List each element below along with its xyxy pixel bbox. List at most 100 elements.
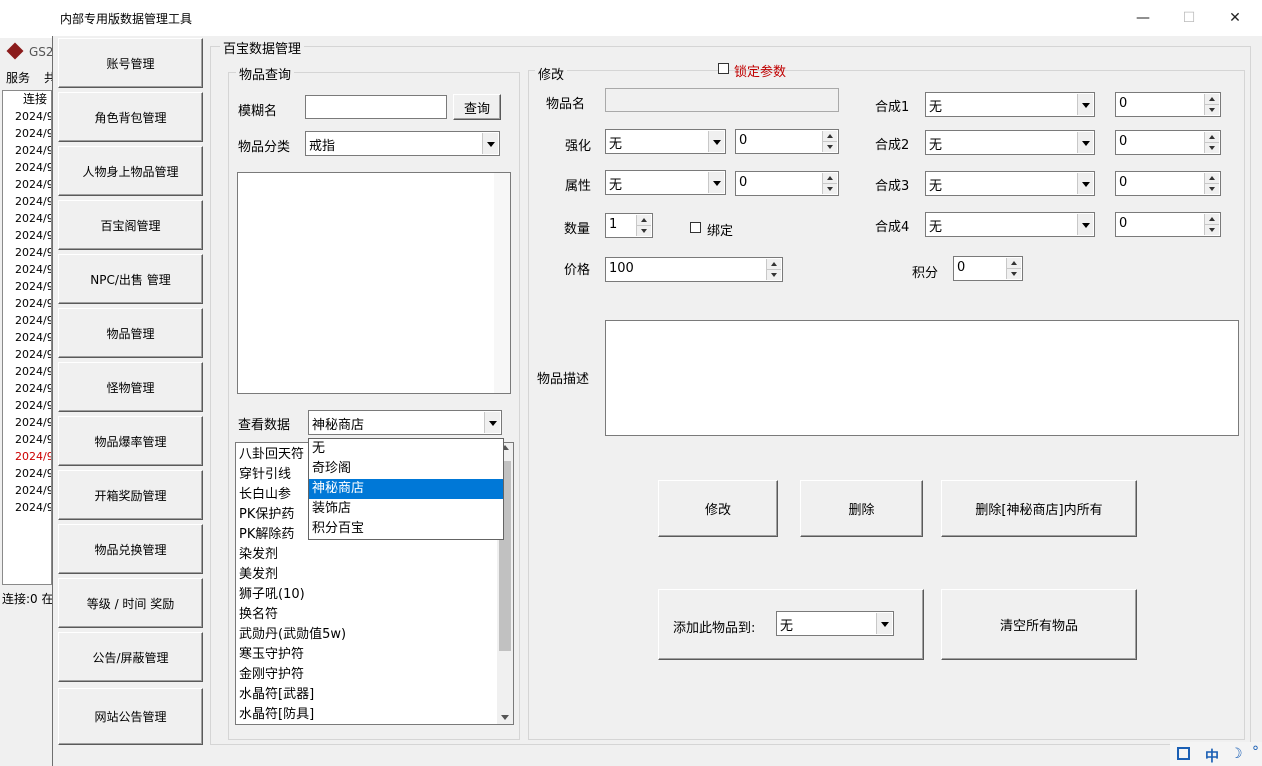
synth-number[interactable]: 0 (1115, 92, 1221, 117)
spin-up-icon[interactable] (766, 259, 781, 270)
chevron-down-icon[interactable] (708, 131, 724, 152)
price-stepper[interactable]: 100 (605, 257, 783, 282)
enhance-number[interactable]: 0 (735, 129, 839, 154)
search-button[interactable]: 查询 (453, 94, 501, 120)
spin-up-icon[interactable] (1204, 173, 1219, 184)
spin-up-icon[interactable] (1204, 132, 1219, 143)
spin-down-icon[interactable] (1204, 225, 1219, 235)
sidebar-button[interactable]: 网站公告管理 (58, 688, 203, 745)
dropdown-option[interactable]: 积分百宝 (309, 519, 503, 539)
list-item[interactable]: 美发剂 (236, 565, 513, 585)
sidebar-button[interactable]: 人物身上物品管理 (58, 146, 203, 196)
chevron-down-icon[interactable] (482, 133, 498, 154)
synth-value: 无 (929, 138, 943, 153)
list-item[interactable]: 寒玉守护符 (236, 645, 513, 665)
sidebar-button[interactable]: 公告/屏蔽管理 (58, 632, 203, 682)
bg-log-line: 2024/9/ (15, 195, 51, 208)
maximize-button[interactable]: ☐ (1166, 0, 1212, 36)
degree-icon[interactable]: ° (1252, 744, 1259, 760)
item-name-label: 物品名 (546, 97, 586, 112)
modify-button[interactable]: 修改 (658, 480, 778, 537)
sidebar-button[interactable]: 等级 / 时间 奖励 (58, 578, 203, 628)
spin-down-icon[interactable] (822, 184, 837, 194)
list-item[interactable]: 水晶符[防具] (236, 705, 513, 724)
synth-select[interactable]: 无 (925, 92, 1095, 117)
chevron-down-icon[interactable] (1077, 132, 1093, 153)
sidebar-button[interactable]: 怪物管理 (58, 362, 203, 412)
spin-down-icon[interactable] (766, 270, 781, 280)
spin-up-icon[interactable] (1204, 214, 1219, 225)
moon-icon[interactable]: ☽ (1230, 746, 1243, 762)
spin-down-icon[interactable] (822, 142, 837, 152)
chevron-down-icon[interactable] (484, 412, 500, 433)
synth-number[interactable]: 0 (1115, 212, 1221, 237)
view-data-dropdown[interactable]: 无奇珍阁 神秘商店 装饰店 积分百宝 (308, 438, 504, 540)
sidebar-button[interactable]: NPC/出售 管理 (58, 254, 203, 304)
sidebar-button[interactable]: 开箱奖励管理 (58, 470, 203, 520)
view-data-select[interactable]: 神秘商店 (308, 410, 502, 435)
spin-up-icon[interactable] (822, 173, 837, 184)
enhance-select[interactable]: 无 (605, 129, 726, 154)
synth-number[interactable]: 0 (1115, 171, 1221, 196)
chevron-down-icon[interactable] (876, 613, 892, 634)
bind-checkbox[interactable] (690, 222, 701, 233)
synth-select[interactable]: 无 (925, 212, 1095, 237)
category-list-scrollbar[interactable] (494, 173, 510, 393)
attribute-select[interactable]: 无 (605, 170, 726, 195)
sidebar-button[interactable]: 物品兑换管理 (58, 524, 203, 574)
check-icon[interactable] (1177, 747, 1190, 760)
sidebar-button[interactable]: 角色背包管理 (58, 92, 203, 142)
delete-all-button[interactable]: 删除[神秘商店]内所有 (941, 480, 1137, 537)
enhance-value: 无 (609, 137, 623, 152)
spin-down-icon[interactable] (1204, 184, 1219, 194)
synth-select[interactable]: 无 (925, 171, 1095, 196)
spin-up-icon[interactable] (636, 215, 651, 226)
sidebar-button[interactable]: 物品爆率管理 (58, 416, 203, 466)
list-item[interactable]: 狮子吼(10) (236, 585, 513, 605)
dropdown-option[interactable]: 无 (309, 439, 503, 459)
points-stepper[interactable]: 0 (953, 256, 1023, 281)
add-to-select[interactable]: 无 (776, 611, 894, 636)
quantity-stepper[interactable]: 1 (605, 213, 653, 238)
category-select[interactable]: 戒指 (305, 131, 500, 156)
close-button[interactable]: ✕ (1212, 0, 1258, 36)
list-item[interactable]: 武勋丹(武勋值5w) (236, 625, 513, 645)
item-name-field[interactable] (605, 88, 839, 112)
bg-menu-service[interactable]: 服务 (6, 69, 30, 86)
clear-all-button[interactable]: 清空所有物品 (941, 589, 1137, 660)
dropdown-option[interactable]: 神秘商店 (309, 479, 503, 499)
minimize-button[interactable]: — (1120, 0, 1166, 36)
sidebar-button[interactable]: 百宝阁管理 (58, 200, 203, 250)
lock-params-checkbox[interactable] (718, 63, 729, 74)
spin-up-icon[interactable] (1204, 94, 1219, 105)
fuzzy-name-input[interactable] (305, 95, 447, 119)
sidebar-button[interactable]: 账号管理 (58, 38, 203, 88)
sidebar-button[interactable]: 物品管理 (58, 308, 203, 358)
chevron-down-icon[interactable] (1077, 94, 1093, 115)
chevron-down-icon[interactable] (1077, 173, 1093, 194)
spin-down-icon[interactable] (636, 226, 651, 236)
synth-number[interactable]: 0 (1115, 130, 1221, 155)
spin-up-icon[interactable] (822, 131, 837, 142)
spin-down-icon[interactable] (1204, 143, 1219, 153)
list-item[interactable]: 金刚守护符 (236, 665, 513, 685)
description-textarea[interactable] (605, 320, 1239, 436)
bind-label[interactable]: 绑定 (707, 220, 733, 239)
spin-down-icon[interactable] (1006, 269, 1021, 279)
list-item[interactable]: 换名符 (236, 605, 513, 625)
spin-up-icon[interactable] (1006, 258, 1021, 269)
ime-indicator[interactable]: 中 (1205, 746, 1219, 766)
list-item[interactable]: 染发剂 (236, 545, 513, 565)
chevron-down-icon[interactable] (708, 172, 724, 193)
delete-button[interactable]: 删除 (800, 480, 923, 537)
lock-params-label[interactable]: 锁定参数 (734, 61, 786, 80)
scroll-down-icon[interactable] (501, 715, 509, 720)
dropdown-option[interactable]: 装饰店 (309, 499, 503, 519)
attribute-number[interactable]: 0 (735, 171, 839, 196)
spin-down-icon[interactable] (1204, 105, 1219, 115)
list-item[interactable]: 水晶符[武器] (236, 685, 513, 705)
category-item-list[interactable] (237, 172, 511, 394)
chevron-down-icon[interactable] (1077, 214, 1093, 235)
dropdown-option[interactable]: 奇珍阁 (309, 459, 503, 479)
synth-select[interactable]: 无 (925, 130, 1095, 155)
